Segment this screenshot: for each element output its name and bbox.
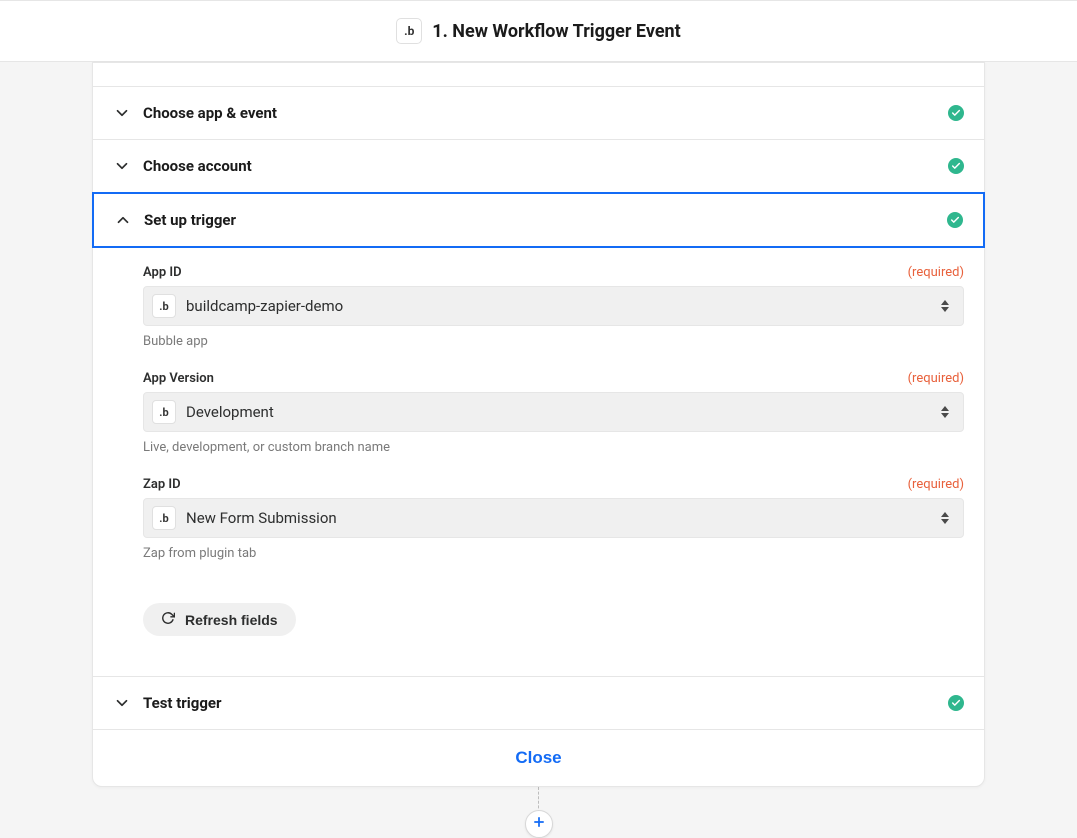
required-tag: (required) (908, 265, 964, 280)
close-button[interactable]: Close (515, 748, 561, 768)
chevron-down-icon (113, 104, 131, 122)
section-test-trigger[interactable]: Test trigger (93, 677, 984, 730)
card-footer: Close (93, 730, 984, 786)
field-label: Zap ID (143, 477, 181, 492)
app-version-select[interactable]: .b Development (143, 392, 964, 432)
set-up-trigger-panel: App ID (required) .b buildcamp-zapier-de… (93, 247, 984, 677)
select-arrows-icon (939, 512, 951, 524)
section-title: Choose account (143, 157, 948, 175)
page-title: 1. New Workflow Trigger Event (432, 21, 680, 42)
section-set-up-trigger[interactable]: Set up trigger (92, 192, 985, 248)
bubble-app-icon: .b (152, 400, 176, 424)
check-complete-icon (948, 158, 964, 174)
check-complete-icon (948, 695, 964, 711)
card-top-spacer (93, 63, 984, 87)
field-help: Zap from plugin tab (143, 546, 964, 561)
bubble-app-icon: .b (396, 18, 422, 44)
field-label: App ID (143, 265, 182, 280)
section-title: Test trigger (143, 694, 948, 712)
refresh-icon (161, 611, 175, 628)
required-tag: (required) (908, 477, 964, 492)
refresh-label: Refresh fields (185, 612, 278, 628)
field-label: App Version (143, 371, 214, 386)
select-arrows-icon (939, 300, 951, 312)
section-title: Set up trigger (144, 211, 947, 229)
bubble-app-icon: .b (152, 506, 176, 530)
section-choose-app-event[interactable]: Choose app & event (93, 87, 984, 140)
chevron-down-icon (113, 694, 131, 712)
refresh-fields-button[interactable]: Refresh fields (143, 603, 296, 636)
field-label-row: App Version (required) (143, 371, 964, 386)
field-app-version: App Version (required) .b Development Li… (143, 371, 964, 455)
chevron-down-icon (113, 157, 131, 175)
required-tag: (required) (908, 371, 964, 386)
field-app-id: App ID (required) .b buildcamp-zapier-de… (143, 265, 964, 349)
field-label-row: App ID (required) (143, 265, 964, 280)
field-zap-id: Zap ID (required) .b New Form Submission… (143, 477, 964, 561)
check-complete-icon (948, 105, 964, 121)
field-label-row: Zap ID (required) (143, 477, 964, 492)
trigger-setup-card: Choose app & event Choose account Set up… (92, 62, 985, 787)
plus-icon (532, 815, 546, 833)
section-choose-account[interactable]: Choose account (93, 140, 984, 193)
add-step-button[interactable] (525, 810, 553, 838)
page-header: .b 1. New Workflow Trigger Event (0, 0, 1077, 62)
zap-id-select[interactable]: .b New Form Submission (143, 498, 964, 538)
select-arrows-icon (939, 406, 951, 418)
select-value: Development (186, 403, 939, 421)
chevron-up-icon (114, 211, 132, 229)
field-help: Bubble app (143, 334, 964, 349)
bubble-app-icon: .b (152, 294, 176, 318)
select-value: New Form Submission (186, 509, 939, 527)
check-complete-icon (947, 212, 963, 228)
select-value: buildcamp-zapier-demo (186, 297, 939, 315)
app-id-select[interactable]: .b buildcamp-zapier-demo (143, 286, 964, 326)
section-title: Choose app & event (143, 104, 948, 122)
field-help: Live, development, or custom branch name (143, 440, 964, 455)
